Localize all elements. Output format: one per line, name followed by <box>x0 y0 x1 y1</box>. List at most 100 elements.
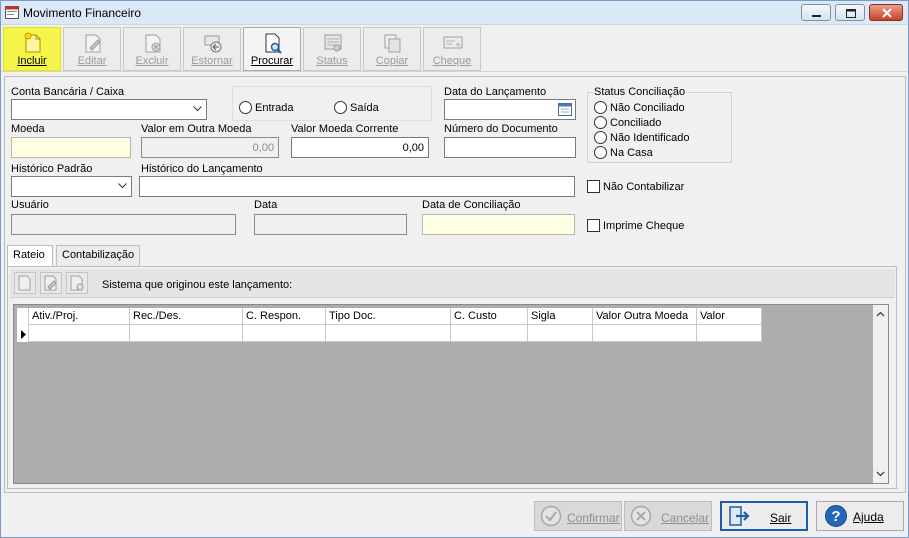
procurar-label: Procurar <box>250 55 294 67</box>
numero-documento-label: Número do Documento <box>444 123 558 135</box>
edit-icon <box>44 275 57 291</box>
tab-rateio-label: Rateio <box>13 249 45 261</box>
saida-radio[interactable] <box>334 101 347 114</box>
col-header-sigla[interactable]: Sigla <box>528 308 593 325</box>
status-conciliado-radio[interactable] <box>594 116 607 129</box>
rateio-grid[interactable]: Ativ./Proj. Rec./Des. C. Respon. Tipo Do… <box>13 304 889 484</box>
confirmar-button[interactable]: Confirmar <box>534 501 622 531</box>
title-bar: Movimento Financeiro <box>1 1 908 25</box>
usuario-label: Usuário <box>11 199 49 211</box>
confirmar-label: Confirmar <box>567 511 620 525</box>
col-header-rec-des[interactable]: Rec./Des. <box>130 308 243 325</box>
table-cell[interactable] <box>593 325 697 342</box>
chevron-up-icon[interactable] <box>873 307 888 322</box>
imprime-cheque-label: Imprime Cheque <box>603 220 685 232</box>
usuario-field <box>11 214 236 235</box>
conta-select[interactable] <box>11 99 207 120</box>
tab-rateio[interactable]: Rateio <box>7 245 53 267</box>
sistema-origem-label: Sistema que originou este lançamento: <box>102 279 293 291</box>
exit-icon <box>729 506 750 526</box>
estornar-button[interactable]: Estornar <box>183 27 241 71</box>
rateio-delete-button[interactable] <box>66 272 88 294</box>
conta-label: Conta Bancária / Caixa <box>11 86 125 98</box>
estornar-label: Estornar <box>191 55 233 67</box>
historico-lancamento-label: Histórico do Lançamento <box>141 163 263 175</box>
nao-contabilizar-checkbox[interactable] <box>587 180 600 193</box>
status-button[interactable]: Status <box>303 27 361 71</box>
chevron-down-icon[interactable] <box>873 466 888 481</box>
ajuda-button[interactable]: ? Ajuda <box>816 501 904 531</box>
excluir-button[interactable]: Excluir <box>123 27 181 71</box>
data-conciliacao-label: Data de Conciliação <box>422 199 521 211</box>
data-label: Data <box>254 199 278 211</box>
status-na-casa-radio[interactable] <box>594 146 607 159</box>
delete-icon <box>70 275 84 291</box>
table-cell[interactable] <box>130 325 243 342</box>
col-header-valor[interactable]: Valor <box>697 308 762 325</box>
copiar-button[interactable]: Copiar <box>363 27 421 71</box>
table-cell[interactable] <box>326 325 451 342</box>
main-window: Movimento Financeiro Incluir Editar Excl… <box>0 0 909 538</box>
calendar-icon[interactable] <box>558 103 572 116</box>
historico-padrao-select[interactable] <box>11 176 132 197</box>
rateio-add-button[interactable] <box>14 272 36 294</box>
minimize-button[interactable] <box>801 4 831 21</box>
col-header-valor-outra-moeda[interactable]: Valor Outra Moeda <box>593 308 697 325</box>
moeda-label: Moeda <box>11 123 45 135</box>
sair-label: Sair <box>770 511 792 525</box>
status-nao-identificado-label: Não Identificado <box>610 132 690 144</box>
historico-lancamento-field[interactable] <box>139 176 575 197</box>
valor-outra-moeda-field[interactable]: 0,00 <box>141 137 279 158</box>
data-conciliacao-field[interactable] <box>422 214 575 235</box>
toolbar: Incluir Editar Excluir Estornar Procurar… <box>1 26 908 72</box>
reverse-icon <box>204 35 222 53</box>
table-cell[interactable] <box>528 325 593 342</box>
valor-outra-moeda-label: Valor em Outra Moeda <box>141 123 252 135</box>
valor-moeda-corrente-label: Valor Moeda Corrente <box>291 123 399 135</box>
close-button[interactable] <box>869 4 903 21</box>
status-nao-identificado-radio[interactable] <box>594 131 607 144</box>
copiar-label: Copiar <box>375 55 409 67</box>
status-na-casa-label: Na Casa <box>610 147 653 159</box>
cheque-label: Cheque <box>432 55 472 67</box>
table-cell[interactable] <box>697 325 762 342</box>
data-lancamento-field[interactable] <box>444 99 576 120</box>
numero-documento-field[interactable] <box>444 137 576 158</box>
historico-padrao-label: Histórico Padrão <box>11 163 93 175</box>
col-header-tipo-doc[interactable]: Tipo Doc. <box>326 308 451 325</box>
vertical-scrollbar[interactable] <box>873 305 888 483</box>
edit-icon <box>85 34 101 53</box>
rateio-panel: Sistema que originou este lançamento: At… <box>7 266 897 489</box>
incluir-button[interactable]: Incluir <box>3 27 61 71</box>
entrada-label: Entrada <box>255 102 294 114</box>
valor-outra-moeda-value: 0,00 <box>252 142 274 154</box>
valor-moeda-corrente-value: 0,00 <box>402 142 424 154</box>
status-conciliado-label: Conciliado <box>610 117 662 129</box>
rateio-edit-button[interactable] <box>40 272 62 294</box>
status-nao-conciliado-radio[interactable] <box>594 101 607 114</box>
delete-icon <box>145 34 161 53</box>
cheque-button[interactable]: Cheque <box>423 27 481 71</box>
table-cell[interactable] <box>451 325 528 342</box>
check-document-icon <box>443 36 463 49</box>
maximize-button[interactable] <box>835 4 865 21</box>
table-cell[interactable] <box>29 325 130 342</box>
cancelar-button[interactable]: Cancelar <box>624 501 712 531</box>
procurar-button[interactable]: Procurar <box>243 27 301 71</box>
editar-label: Editar <box>77 55 107 67</box>
tab-contabilizacao[interactable]: Contabilização <box>56 245 140 266</box>
table-cell[interactable] <box>243 325 326 342</box>
col-header-ativ-proj[interactable]: Ativ./Proj. <box>29 308 130 325</box>
valor-moeda-corrente-field[interactable]: 0,00 <box>291 137 429 158</box>
sair-button[interactable]: Sair <box>720 501 808 531</box>
saida-label: Saída <box>350 102 379 114</box>
moeda-field[interactable] <box>11 137 131 158</box>
col-header-c-respon[interactable]: C. Respon. <box>243 308 326 325</box>
imprime-cheque-checkbox[interactable] <box>587 219 600 232</box>
col-header-c-custo[interactable]: C. Custo <box>451 308 528 325</box>
status-label: Status <box>316 55 348 67</box>
editar-button[interactable]: Editar <box>63 27 121 71</box>
help-icon: ? <box>825 505 847 527</box>
cancelar-label: Cancelar <box>661 511 710 525</box>
entrada-radio[interactable] <box>239 101 252 114</box>
